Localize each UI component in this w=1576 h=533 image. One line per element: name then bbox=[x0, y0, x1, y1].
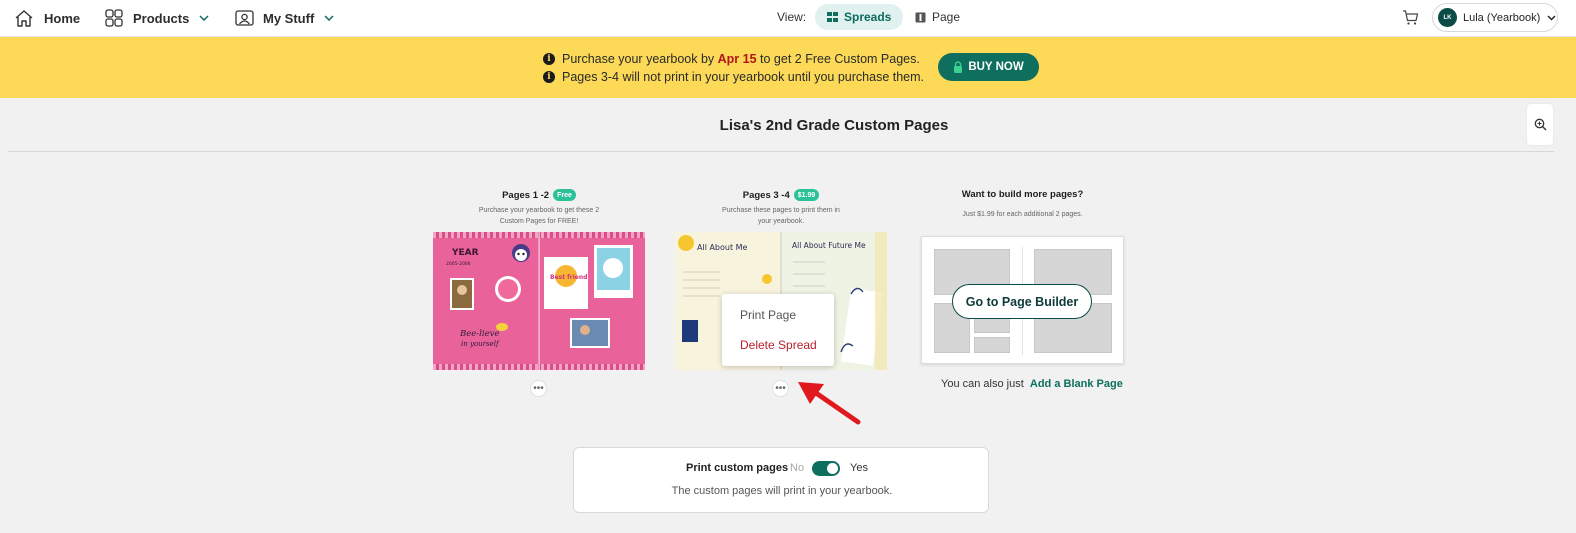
chevron-down-icon bbox=[199, 15, 209, 21]
spread-2-title-text: Pages 3 -4 bbox=[742, 189, 790, 201]
spread-1-subtitle-line-1: Purchase your yearbook to get these 2 bbox=[478, 207, 600, 214]
nav-home[interactable]: Home bbox=[14, 0, 80, 36]
builder-subtitle: Just $1.99 for each additional 2 pages. bbox=[962, 211, 1083, 218]
spread-2-title: Pages 3 -4 $1.99 bbox=[675, 189, 887, 201]
toggle-yes-label: Yes bbox=[850, 462, 868, 474]
grid-icon bbox=[105, 9, 123, 27]
thumb-text-years: 2005-2006 bbox=[446, 261, 471, 267]
cart-button[interactable] bbox=[1402, 9, 1419, 31]
nav-products[interactable]: Products bbox=[105, 0, 209, 36]
print-custom-pages-description: The custom pages will print in your year… bbox=[671, 485, 893, 497]
zoom-in-icon bbox=[1534, 118, 1546, 131]
info-icon: i bbox=[543, 71, 555, 83]
thumb-text-all-about-me: All About Me bbox=[697, 243, 748, 252]
print-page-menu-item[interactable]: Print Page bbox=[740, 308, 796, 322]
thumb-text-all-about-future-me: All About Future Me bbox=[792, 241, 866, 250]
page-icon bbox=[915, 12, 926, 22]
thumb-text-year: YEAR bbox=[451, 248, 479, 258]
page-title: Lisa's 2nd Grade Custom Pages bbox=[719, 117, 949, 134]
chevron-down-icon bbox=[324, 15, 334, 21]
spreads-icon bbox=[827, 12, 838, 22]
toggle-knob bbox=[827, 463, 838, 474]
person-icon bbox=[235, 10, 254, 26]
view-page-button[interactable]: Page bbox=[907, 4, 968, 30]
view-label: View: bbox=[777, 10, 807, 24]
view-page-label: Page bbox=[932, 10, 961, 24]
account-name: Lula (Yearbook) bbox=[1463, 11, 1541, 24]
spread-2-subtitle-line-2: your yearbook. bbox=[757, 218, 805, 225]
buy-now-label: BUY NOW bbox=[968, 61, 1024, 73]
nav-my-stuff[interactable]: My Stuff bbox=[235, 0, 334, 36]
spread-1-thumbnail[interactable]: YEAR 2005-2006 Bee-lieve in yourself Bes… bbox=[433, 232, 645, 370]
delete-spread-menu-item[interactable]: Delete Spread bbox=[740, 338, 817, 352]
banner-line-1-suffix: to get 2 Free Custom Pages. bbox=[756, 52, 920, 66]
banner-line-1-prefix: Purchase your yearbook by bbox=[562, 52, 718, 66]
zoom-button[interactable] bbox=[1527, 104, 1553, 145]
thumb-text-best-friend: Best friend bbox=[550, 274, 587, 281]
nav-products-label: Products bbox=[133, 10, 190, 26]
spread-1-title: Pages 1 -2 Free bbox=[433, 189, 645, 201]
spread-2-subtitle-line-1: Purchase these pages to print them in bbox=[722, 207, 840, 214]
print-custom-pages-toggle[interactable] bbox=[812, 461, 840, 476]
avatar: LK bbox=[1438, 8, 1457, 27]
spread-2-subtitle: Purchase these pages to print them in yo… bbox=[675, 205, 887, 227]
nav-my-stuff-label: My Stuff bbox=[263, 10, 315, 26]
banner-line-2-text: Pages 3-4 will not print in your yearboo… bbox=[562, 70, 924, 84]
info-icon: i bbox=[543, 53, 555, 65]
spread-1-more-button[interactable]: ••• bbox=[530, 380, 547, 397]
cart-icon bbox=[1403, 10, 1419, 25]
buy-now-button[interactable]: BUY NOW bbox=[938, 53, 1039, 81]
banner-date: Apr 15 bbox=[717, 52, 757, 66]
home-icon bbox=[15, 9, 33, 27]
spread-context-menu: Print Page Delete Spread bbox=[722, 294, 834, 366]
chevron-down-icon bbox=[1547, 15, 1556, 20]
promo-banner: i Purchase your yearbook by Apr 15 to ge… bbox=[0, 37, 1576, 98]
banner-line-2: i Pages 3-4 will not print in your yearb… bbox=[543, 70, 924, 84]
more-dots-icon: ••• bbox=[533, 382, 544, 394]
print-custom-pages-panel: Print custom pages No Yes The custom pag… bbox=[573, 447, 989, 513]
layout-block bbox=[974, 337, 1010, 353]
spread-1-title-text: Pages 1 -2 bbox=[502, 189, 550, 201]
lock-icon bbox=[954, 61, 963, 73]
thumb-text-in-yourself: in yourself bbox=[461, 340, 500, 348]
go-to-page-builder-button[interactable]: Go to Page Builder bbox=[952, 284, 1092, 319]
builder-title: Want to build more pages? bbox=[961, 189, 1084, 200]
red-arrow-icon bbox=[798, 382, 861, 425]
nav-home-label: Home bbox=[44, 10, 81, 26]
add-blank-page-prefix: You can also just bbox=[941, 378, 1027, 390]
top-navigation: Home Products My Stuff View: Spreads Pag… bbox=[0, 0, 1576, 37]
thumb-text-believe: Bee-lieve bbox=[459, 329, 499, 339]
add-blank-page-link[interactable]: Add a Blank Page bbox=[1030, 378, 1123, 390]
add-blank-page-line: You can also just Add a Blank Page bbox=[941, 378, 1123, 390]
more-dots-icon: ••• bbox=[775, 382, 786, 394]
spread-2-more-button[interactable]: ••• bbox=[772, 380, 789, 397]
spread-1-artwork: YEAR 2005-2006 Bee-lieve in yourself Bes… bbox=[433, 232, 645, 370]
toggle-no-label: No bbox=[790, 462, 805, 474]
divider bbox=[8, 151, 1554, 152]
free-badge: Free bbox=[553, 189, 576, 201]
spread-1-subtitle: Purchase your yearbook to get these 2 Cu… bbox=[433, 205, 645, 227]
view-spreads-button[interactable]: Spreads bbox=[815, 4, 904, 30]
print-custom-pages-label: Print custom pages bbox=[686, 462, 789, 474]
banner-line-1: i Purchase your yearbook by Apr 15 to ge… bbox=[543, 52, 920, 66]
spread-1-subtitle-line-2: Custom Pages for FREE! bbox=[499, 218, 579, 225]
price-badge: $1.99 bbox=[793, 189, 820, 201]
view-spreads-label: Spreads bbox=[844, 10, 892, 24]
account-menu[interactable]: LK Lula (Yearbook) bbox=[1432, 3, 1558, 32]
